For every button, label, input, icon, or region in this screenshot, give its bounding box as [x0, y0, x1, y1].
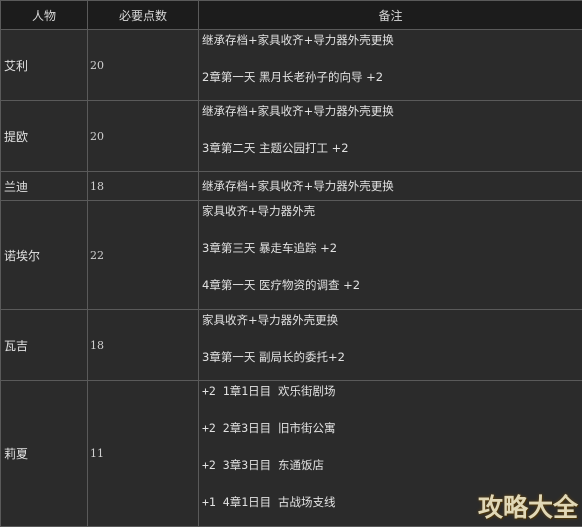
- notes-cell: 继承存档+家具收齐+导力器外壳更换 3章第二天 主题公园打工 +2: [199, 101, 582, 172]
- character-name: 瓦吉: [1, 310, 88, 381]
- note-line: 3章第一天 副局长的委托+2: [202, 347, 582, 367]
- required-points: 22: [88, 201, 199, 310]
- note-line: +2 1章1日目 欢乐街剧场: [202, 381, 582, 401]
- character-name: 兰迪: [1, 172, 88, 201]
- note-line: +2 2章3日目 旧市街公寓: [202, 418, 582, 438]
- character-name: 艾利: [1, 30, 88, 101]
- notes-cell: 家具收齐+导力器外壳 3章第三天 暴走车追踪 +2 4章第一天 医疗物资的调查 …: [199, 201, 582, 310]
- note-line: 继承存档+家具收齐+导力器外壳更换: [202, 176, 582, 196]
- character-name: 诺埃尔: [1, 201, 88, 310]
- character-points-table: 人物 必要点数 备注 艾利 20 继承存档+家具收齐+导力器外壳更换 2章第一天…: [0, 0, 582, 527]
- header-character: 人物: [1, 1, 88, 30]
- table-row: 诺埃尔 22 家具收齐+导力器外壳 3章第三天 暴走车追踪 +2 4章第一天 医…: [1, 201, 582, 310]
- table-row: 艾利 20 继承存档+家具收齐+导力器外壳更换 2章第一天 黑月长老孙子的向导 …: [1, 30, 582, 101]
- note-line: +2 3章3日目 东通饭店: [202, 455, 582, 475]
- notes-cell: 继承存档+家具收齐+导力器外壳更换 2章第一天 黑月长老孙子的向导 +2: [199, 30, 582, 101]
- required-points: 18: [88, 310, 199, 381]
- character-name: 提欧: [1, 101, 88, 172]
- header-row: 人物 必要点数 备注: [1, 1, 582, 30]
- notes-cell: 家具收齐+导力器外壳更换 3章第一天 副局长的委托+2: [199, 310, 582, 381]
- note-line: 继承存档+家具收齐+导力器外壳更换: [202, 30, 582, 50]
- note-line: 3章第二天 主题公园打工 +2: [202, 138, 582, 158]
- site-watermark: 攻略大全: [478, 488, 578, 524]
- note-line: 家具收齐+导力器外壳更换: [202, 310, 582, 330]
- header-required-points: 必要点数: [88, 1, 199, 30]
- required-points: 20: [88, 101, 199, 172]
- required-points: 20: [88, 30, 199, 101]
- note-line: 家具收齐+导力器外壳: [202, 201, 582, 221]
- note-line: 4章第一天 医疗物资的调查 +2: [202, 275, 582, 295]
- header-notes: 备注: [199, 1, 582, 30]
- note-line: 2章第一天 黑月长老孙子的向导 +2: [202, 67, 582, 87]
- note-line: 继承存档+家具收齐+导力器外壳更换: [202, 101, 582, 121]
- character-name: 莉夏: [1, 381, 88, 527]
- table-row: 兰迪 18 继承存档+家具收齐+导力器外壳更换: [1, 172, 582, 201]
- required-points: 18: [88, 172, 199, 201]
- notes-cell: 继承存档+家具收齐+导力器外壳更换: [199, 172, 582, 201]
- table-row: 提欧 20 继承存档+家具收齐+导力器外壳更换 3章第二天 主题公园打工 +2: [1, 101, 582, 172]
- table-row: 瓦吉 18 家具收齐+导力器外壳更换 3章第一天 副局长的委托+2: [1, 310, 582, 381]
- note-line: 3章第三天 暴走车追踪 +2: [202, 238, 582, 258]
- required-points: 11: [88, 381, 199, 527]
